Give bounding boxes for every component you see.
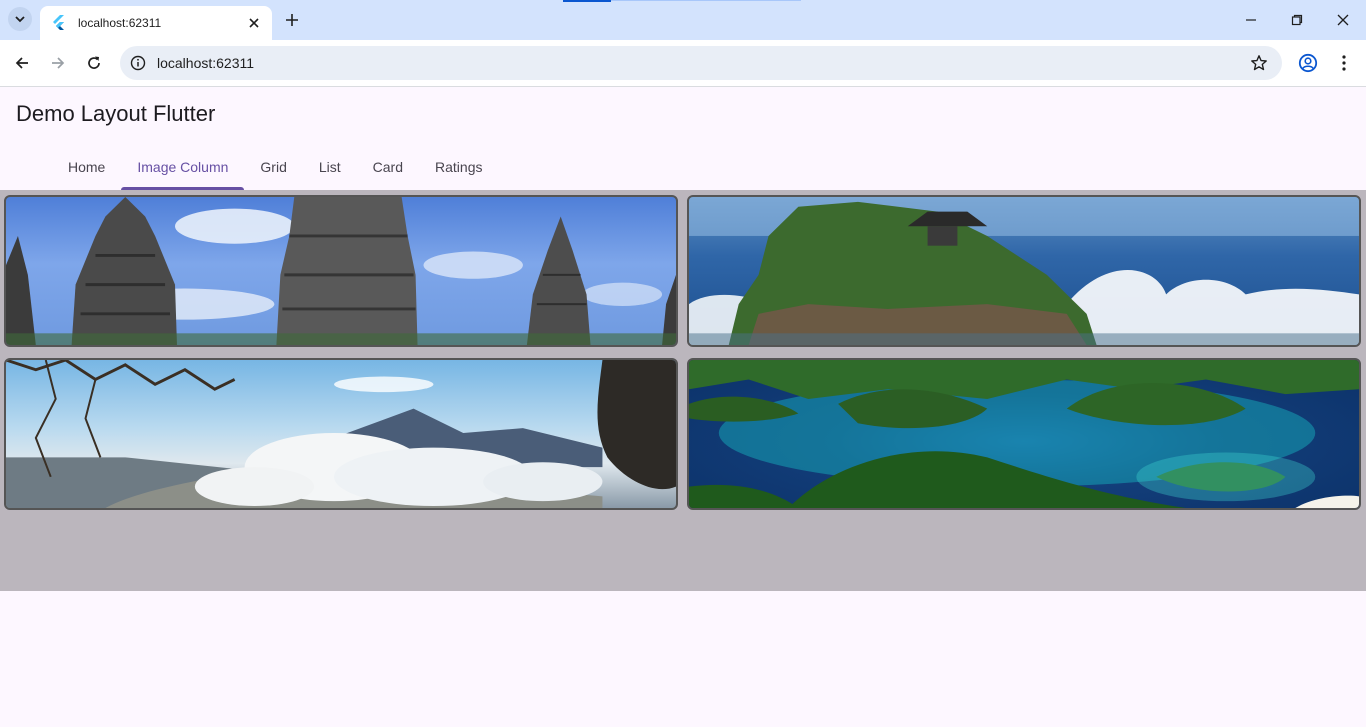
browser-toolbar: localhost:62311 bbox=[0, 40, 1366, 86]
tab-grid[interactable]: Grid bbox=[244, 143, 302, 190]
flutter-favicon bbox=[52, 15, 68, 31]
tab-strip-accent-line bbox=[611, 0, 801, 1]
forward-icon[interactable] bbox=[44, 49, 72, 77]
minimize-icon[interactable] bbox=[1228, 0, 1274, 40]
plus-icon[interactable] bbox=[280, 8, 304, 32]
tab-home[interactable]: Home bbox=[52, 143, 121, 190]
profile-icon[interactable] bbox=[1294, 49, 1322, 77]
address-bar[interactable]: localhost:62311 bbox=[120, 46, 1282, 80]
sea-temple-image bbox=[687, 195, 1361, 347]
app-bar: Demo Layout Flutter Home Image Column Gr… bbox=[0, 87, 1366, 190]
mountain-image bbox=[4, 358, 678, 510]
browser-tab[interactable]: localhost:62311 bbox=[40, 6, 272, 40]
tab-strip-accent bbox=[563, 0, 611, 2]
close-icon[interactable] bbox=[246, 15, 262, 31]
tab-search-icon[interactable] bbox=[8, 7, 32, 31]
reload-icon[interactable] bbox=[80, 49, 108, 77]
islands-image bbox=[687, 358, 1361, 510]
browser-tab-strip: localhost:62311 bbox=[0, 0, 1366, 40]
tab-list[interactable]: List bbox=[303, 143, 357, 190]
info-icon[interactable] bbox=[130, 55, 146, 71]
tab-title: localhost:62311 bbox=[78, 16, 162, 30]
menu-icon[interactable] bbox=[1330, 49, 1358, 77]
tab-image-column[interactable]: Image Column bbox=[121, 143, 245, 190]
tab-card[interactable]: Card bbox=[357, 143, 419, 190]
url-text[interactable]: localhost:62311 bbox=[157, 55, 254, 71]
close-window-icon[interactable] bbox=[1320, 0, 1366, 40]
tab-bar: Home Image Column Grid List Card Ratings bbox=[52, 143, 498, 190]
restore-icon[interactable] bbox=[1274, 0, 1320, 40]
star-icon[interactable] bbox=[1250, 54, 1268, 72]
image-column-content bbox=[0, 190, 1366, 591]
page-title: Demo Layout Flutter bbox=[16, 101, 216, 126]
back-icon[interactable] bbox=[8, 49, 36, 77]
temple-image bbox=[4, 195, 678, 347]
tab-ratings[interactable]: Ratings bbox=[419, 143, 498, 190]
